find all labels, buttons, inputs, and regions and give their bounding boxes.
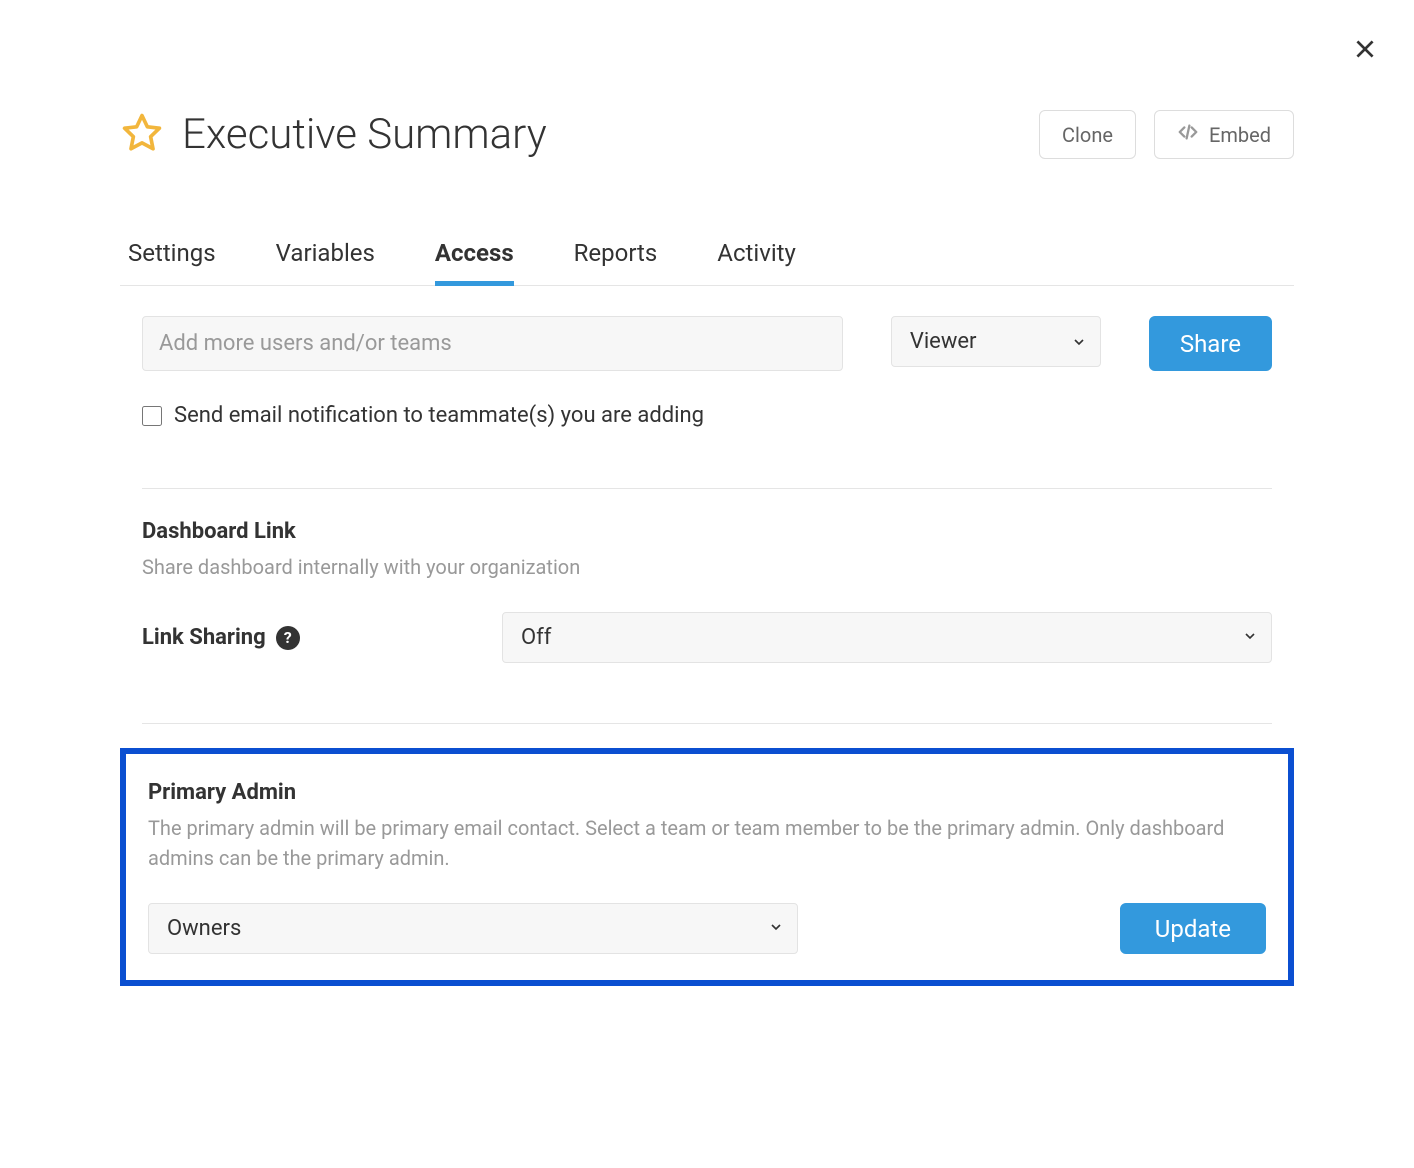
update-label: Update (1155, 915, 1231, 943)
clone-button[interactable]: Clone (1039, 110, 1136, 159)
share-label: Share (1180, 330, 1241, 358)
tab-settings[interactable]: Settings (128, 239, 216, 286)
share-section: Viewer Share Send email notification to … (120, 286, 1294, 458)
dashboard-settings-modal: Executive Summary Clone Embed Settings V… (0, 0, 1414, 1026)
embed-icon (1177, 121, 1199, 148)
page-title: Executive Summary (182, 110, 547, 159)
link-sharing-select[interactable]: Off (502, 612, 1272, 663)
role-select-wrap: Viewer (891, 316, 1101, 371)
role-select[interactable]: Viewer (891, 316, 1101, 367)
link-sharing-row: Link Sharing ? Off (142, 612, 1272, 663)
modal-header: Executive Summary Clone Embed (120, 110, 1294, 159)
notify-checkbox-row[interactable]: Send email notification to teammate(s) y… (142, 403, 1272, 428)
primary-admin-section: Primary Admin The primary admin will be … (120, 748, 1294, 986)
tab-variables[interactable]: Variables (276, 239, 375, 286)
link-sharing-select-wrap: Off (502, 612, 1272, 663)
tabs: Settings Variables Access Reports Activi… (120, 239, 1294, 286)
divider (142, 723, 1272, 724)
embed-label: Embed (1209, 123, 1271, 147)
primary-admin-select-wrap: Owners (148, 903, 798, 954)
header-actions: Clone Embed (1039, 110, 1294, 159)
link-sharing-label-wrap: Link Sharing ? (142, 625, 472, 650)
share-button[interactable]: Share (1149, 316, 1272, 371)
primary-admin-row: Owners Update (148, 903, 1266, 954)
link-sharing-label: Link Sharing (142, 625, 266, 650)
dashboard-link-heading: Dashboard Link (142, 519, 1272, 544)
tab-access[interactable]: Access (435, 239, 514, 286)
update-button[interactable]: Update (1120, 903, 1266, 954)
tab-activity[interactable]: Activity (717, 239, 796, 286)
tab-reports[interactable]: Reports (574, 239, 658, 286)
clone-label: Clone (1062, 123, 1113, 147)
add-users-input[interactable] (142, 316, 843, 371)
dashboard-link-section: Dashboard Link Share dashboard internall… (120, 489, 1294, 693)
notify-label: Send email notification to teammate(s) y… (174, 403, 704, 428)
dashboard-link-desc: Share dashboard internally with your org… (142, 552, 1272, 582)
embed-button[interactable]: Embed (1154, 110, 1294, 159)
close-icon[interactable] (1352, 36, 1378, 66)
star-icon[interactable] (120, 111, 164, 159)
primary-admin-heading: Primary Admin (148, 780, 1266, 805)
notify-checkbox[interactable] (142, 406, 162, 426)
primary-admin-select[interactable]: Owners (148, 903, 798, 954)
share-row: Viewer Share (142, 316, 1272, 371)
title-wrap: Executive Summary (120, 110, 547, 159)
primary-admin-desc: The primary admin will be primary email … (148, 813, 1266, 873)
help-icon[interactable]: ? (276, 626, 300, 650)
